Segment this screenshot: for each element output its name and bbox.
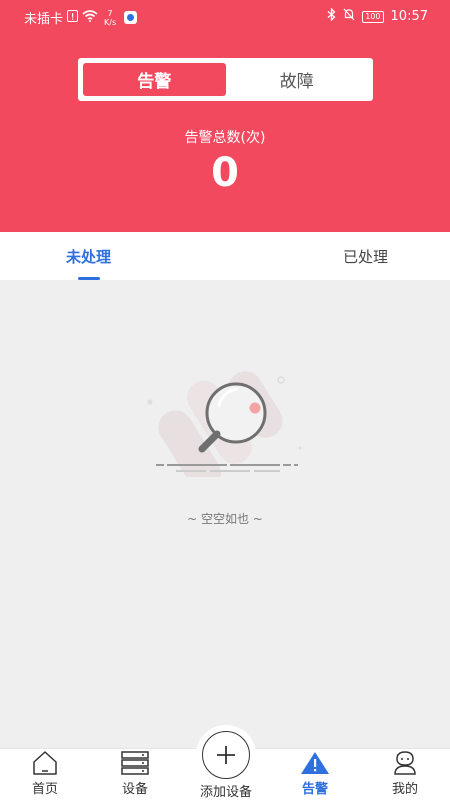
- empty-magnifier-icon: [140, 365, 310, 491]
- net-speed-value: 7: [107, 8, 113, 18]
- wifi-icon: [82, 9, 98, 26]
- alarm-total-value: 0: [211, 150, 239, 196]
- profile-icon: [394, 751, 416, 775]
- clock: 10:57: [390, 9, 428, 24]
- nav-profile[interactable]: 我的: [360, 749, 450, 800]
- add-device-button[interactable]: [202, 731, 250, 779]
- device-icon: [121, 751, 149, 775]
- carrier-text: 未插卡: [24, 12, 64, 27]
- add-device-label[interactable]: 添加设备: [190, 781, 262, 800]
- nav-device-label: 设备: [121, 782, 148, 797]
- nav-home-label: 首页: [31, 782, 58, 797]
- nav-profile-label: 我的: [391, 782, 418, 797]
- empty-state-text: ~ 空空如也 ~: [187, 512, 263, 526]
- alarm-total-label: 告警总数(次): [184, 130, 266, 146]
- net-speed: 7 K/s: [104, 9, 116, 27]
- home-icon: [33, 751, 57, 775]
- nav-alarm[interactable]: 告警: [270, 749, 360, 800]
- nav-alarm-label: 告警: [301, 782, 328, 797]
- status-tabs: 未处理 已处理: [0, 232, 450, 280]
- tab-unprocessed-label: 未处理: [65, 247, 111, 266]
- net-speed-unit: K/s: [104, 17, 117, 27]
- segment-alarm[interactable]: 告警: [83, 63, 226, 96]
- notification-app-icon: [124, 11, 138, 24]
- nav-home[interactable]: 首页: [0, 749, 90, 800]
- segment-fault[interactable]: 故障: [226, 63, 369, 96]
- alarm-icon: [301, 752, 329, 774]
- bluetooth-icon: [327, 7, 336, 25]
- tab-processed-label: 已处理: [342, 247, 388, 266]
- alarm-header: [0, 0, 450, 232]
- tab-active-indicator: [77, 277, 100, 280]
- plus-icon: [217, 746, 235, 764]
- sim-alert-icon: [67, 9, 79, 26]
- battery-indicator: 100: [362, 10, 384, 23]
- tab-unprocessed[interactable]: 未处理: [0, 232, 225, 280]
- tab-processed[interactable]: 已处理: [225, 232, 450, 280]
- alarm-fault-switch: 告警 故障: [78, 58, 373, 101]
- mute-bell-icon: [343, 8, 355, 25]
- status-bar: 未插卡 7 K/s 100 10:57: [0, 0, 450, 32]
- nav-device[interactable]: 设备: [90, 749, 180, 800]
